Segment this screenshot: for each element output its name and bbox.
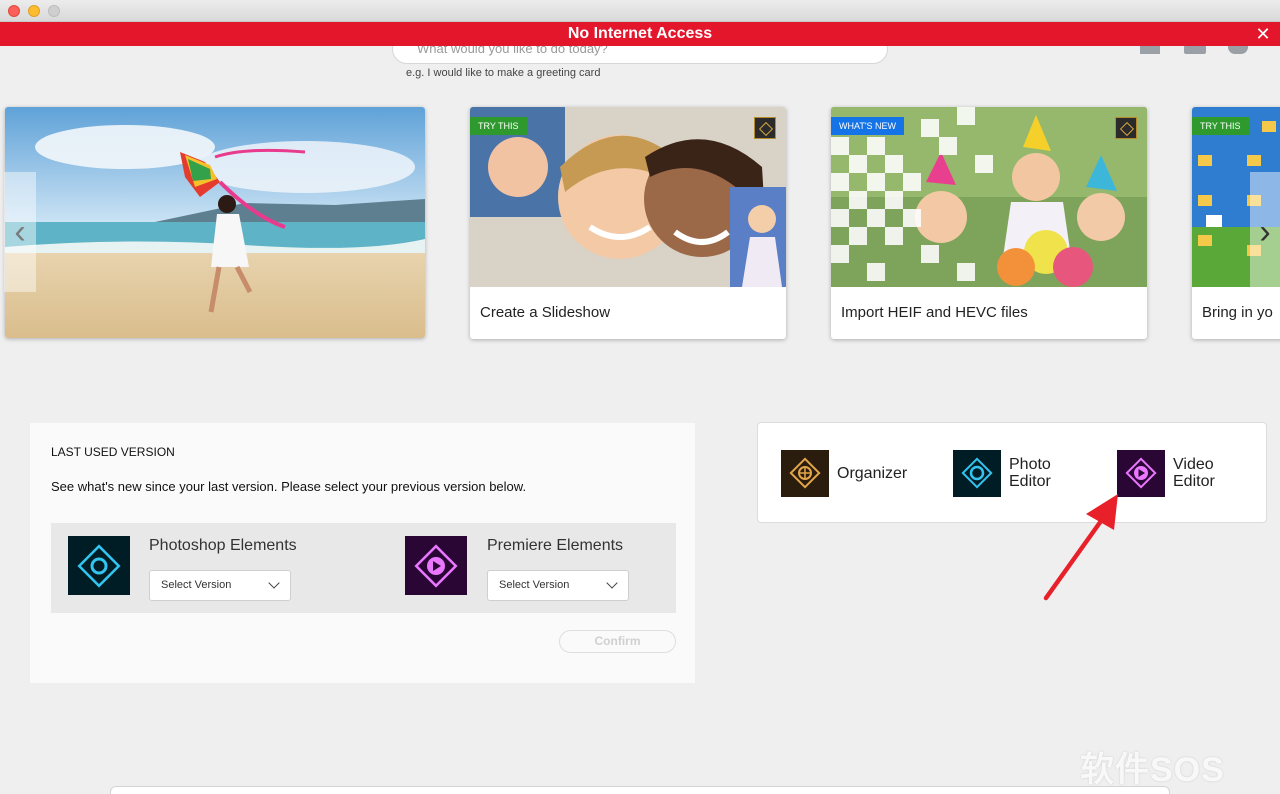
- chevron-down-icon: [268, 577, 280, 589]
- whats-new-badge: WHAT'S NEW: [831, 117, 905, 135]
- photo-editor-label-line1: Photo: [1009, 456, 1051, 473]
- premiere-elements-icon: [405, 536, 467, 595]
- beach-kite-image: [5, 107, 425, 338]
- card-label: Import HEIF and HEVC files: [841, 304, 1028, 321]
- bottom-panel-edge: [110, 786, 1170, 794]
- window-minimize-button[interactable]: [28, 5, 40, 17]
- carousel-card-hero[interactable]: [5, 107, 425, 338]
- annotation-arrow-icon: [1043, 494, 1118, 601]
- video-editor-label-line2: Editor: [1173, 473, 1215, 490]
- panel-title: LAST USED VERSION: [51, 445, 175, 459]
- try-this-badge: TRY THIS: [1192, 117, 1249, 135]
- carousel-next-icon[interactable]: ›: [1250, 172, 1280, 292]
- confirm-button[interactable]: Confirm: [559, 630, 676, 653]
- select-value: Select Version: [499, 579, 570, 591]
- organizer-small-icon: [1115, 117, 1137, 139]
- photo-editor-icon: [953, 450, 1001, 497]
- window-maximize-button[interactable]: [48, 5, 60, 17]
- carousel-card-slideshow[interactable]: TRY THIS Create a Slideshow: [470, 107, 786, 339]
- premiere-version-select[interactable]: Select Version: [487, 570, 629, 601]
- select-value: Select Version: [161, 579, 232, 591]
- card-label: Bring in yo: [1202, 304, 1273, 321]
- try-this-badge: TRY THIS: [470, 117, 527, 135]
- organizer-label: Organizer: [837, 465, 908, 482]
- last-used-version-panel: LAST USED VERSION See what's new since y…: [30, 423, 695, 683]
- card-label: Create a Slideshow: [480, 304, 611, 321]
- organizer-icon: [781, 450, 829, 497]
- video-editor-label-line1: Video: [1173, 456, 1214, 473]
- chevron-down-icon: [606, 577, 618, 589]
- product-name-premiere: Premiere Elements: [487, 537, 624, 554]
- banner-text: No Internet Access: [567, 25, 713, 42]
- photoshop-version-select[interactable]: Select Version: [149, 570, 291, 601]
- banner-close-icon[interactable]: ✕: [1252, 22, 1274, 46]
- app-launcher: Organizer Photo Editor Video Editor: [757, 422, 1267, 523]
- carousel-card-heif[interactable]: WHAT'S NEW Import HEIF and HEVC files: [831, 107, 1147, 339]
- window-close-button[interactable]: [8, 5, 20, 17]
- photoshop-elements-icon: [68, 536, 130, 595]
- window-titlebar: [0, 0, 1280, 22]
- panel-description: See what's new since your last version. …: [51, 479, 527, 494]
- carousel-prev-icon[interactable]: ‹: [4, 172, 36, 292]
- watermark-text: 软件SOS: [1080, 751, 1225, 789]
- product-name-photoshop: Photoshop Elements: [149, 537, 297, 554]
- no-internet-banner: No Internet Access ✕: [0, 22, 1280, 46]
- version-selectors: Photoshop Elements Select Version Premie…: [51, 523, 676, 613]
- search-hint: e.g. I would like to make a greeting car…: [406, 67, 601, 79]
- organizer-small-icon: [754, 117, 776, 139]
